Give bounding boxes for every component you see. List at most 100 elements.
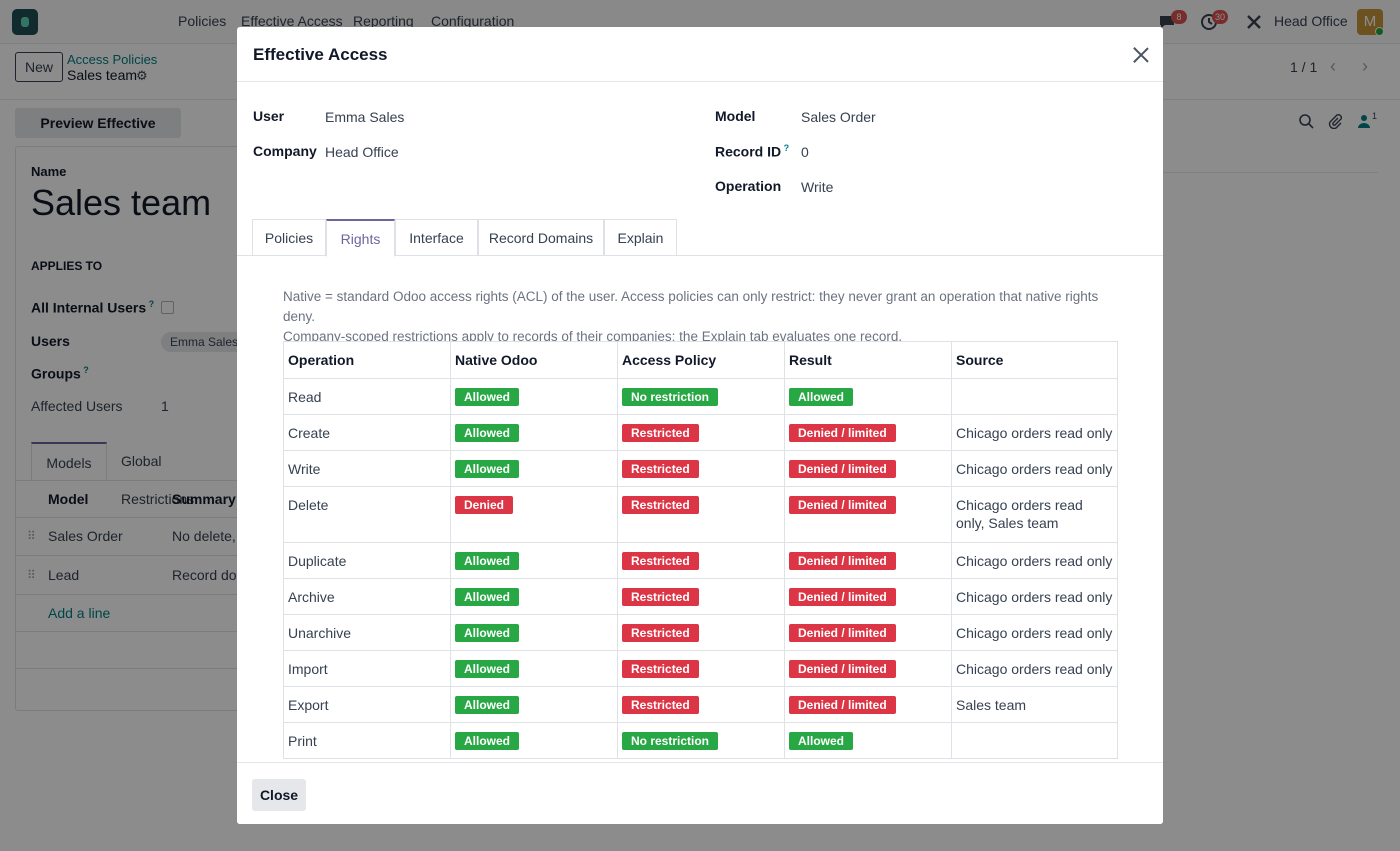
result-cell: Denied / limited [784, 486, 952, 543]
source-cell: Chicago orders read only [951, 414, 1118, 451]
native-cell: Allowed [450, 414, 618, 451]
result-cell: Denied / limited [784, 578, 952, 615]
source-cell: Chicago orders read only [951, 650, 1118, 687]
policy-cell: Restricted [617, 450, 785, 487]
policy-cell: No restriction [617, 378, 785, 415]
table-row: Write Allowed Restricted Denied / limited Ch… [283, 450, 1118, 487]
policy-status-badge: Restricted [622, 460, 699, 478]
policy-cell: Restricted [617, 578, 785, 615]
source-cell: Chicago orders read only [951, 578, 1118, 615]
model-value: Sales Order [801, 109, 876, 125]
dialog-title: Effective Access [253, 45, 388, 64]
column-result: Result [784, 341, 952, 379]
result-status-badge: Denied / limited [789, 660, 896, 678]
result-cell: Denied / limited [784, 450, 952, 487]
column-source: Source [951, 341, 1118, 379]
company-value: Head Office [325, 144, 399, 160]
record-id-value: 0 [801, 144, 809, 160]
tab-interface[interactable]: Interface [395, 219, 478, 256]
policy-cell: Restricted [617, 486, 785, 543]
policy-cell: Restricted [617, 650, 785, 687]
native-cell: Allowed [450, 542, 618, 579]
operation-cell: Duplicate [283, 542, 451, 579]
policy-cell: Restricted [617, 686, 785, 723]
policy-status-badge: Restricted [622, 496, 699, 514]
native-status-badge: Allowed [455, 624, 520, 642]
policy-cell: No restriction [617, 722, 785, 759]
result-status-badge: Denied / limited [789, 624, 896, 642]
record-id-label: Record ID ? [715, 143, 790, 160]
native-status-badge: Allowed [455, 588, 520, 606]
native-cell: Denied [450, 486, 618, 543]
policy-status-badge: Restricted [622, 696, 699, 714]
native-status-badge: Denied [455, 496, 514, 514]
native-cell: Allowed [450, 578, 618, 615]
tab-explain[interactable]: Explain [604, 219, 677, 256]
policy-status-badge: No restriction [622, 732, 719, 750]
result-cell: Denied / limited [784, 542, 952, 579]
rights-description: Native = standard Odoo access rights (AC… [283, 287, 1123, 347]
native-cell: Allowed [450, 450, 618, 487]
table-row: Import Allowed Restricted Denied / limited C… [283, 650, 1118, 687]
operation-cell: Archive [283, 578, 451, 615]
result-cell: Denied / limited [784, 650, 952, 687]
table-header-row: Operation Native Odoo Access Policy Resu… [283, 341, 1118, 379]
native-status-badge: Allowed [455, 388, 520, 406]
policy-cell: Restricted [617, 542, 785, 579]
result-cell: Denied / limited [784, 614, 952, 651]
native-status-badge: Allowed [455, 552, 520, 570]
operation-cell: Unarchive [283, 614, 451, 651]
operation-label: Operation [715, 178, 782, 194]
table-row: Unarchive Allowed Restricted Denied / limit… [283, 614, 1118, 651]
source-cell: Chicago orders read only, Sales team [951, 486, 1118, 543]
policy-cell: Restricted [617, 614, 785, 651]
operation-cell: Create [283, 414, 451, 451]
table-row: Export Allowed Restricted Denied / limited S… [283, 686, 1118, 723]
result-cell: Allowed [784, 378, 952, 415]
result-cell: Denied / limited [784, 686, 952, 723]
tab-rights[interactable]: Rights [326, 219, 395, 257]
column-operation: Operation [283, 341, 451, 379]
native-cell: Allowed [450, 722, 618, 759]
operation-value: Write [801, 179, 834, 195]
tab-policies[interactable]: Policies [252, 219, 326, 256]
close-button[interactable]: Close [252, 779, 306, 811]
effective-access-dialog: Effective Access User Emma Sales Company… [237, 27, 1163, 824]
source-cell: Chicago orders read only [951, 542, 1118, 579]
policy-status-badge: Restricted [622, 660, 699, 678]
result-cell: Denied / limited [784, 414, 952, 451]
operation-cell: Import [283, 650, 451, 687]
policy-status-badge: Restricted [622, 424, 699, 442]
result-cell: Allowed [784, 722, 952, 759]
tab-record-domains[interactable]: Record Domains [478, 219, 604, 256]
table-row: Create Allowed Restricted Denied / limited C… [283, 414, 1118, 451]
company-label: Company [253, 143, 317, 159]
source-cell: Sales team [951, 686, 1118, 723]
native-cell: Allowed [450, 614, 618, 651]
dialog-footer: Close [237, 762, 1163, 824]
source-cell: Chicago orders read only [951, 450, 1118, 487]
result-status-badge: Denied / limited [789, 424, 896, 442]
result-status-badge: Denied / limited [789, 696, 896, 714]
native-cell: Allowed [450, 686, 618, 723]
result-status-badge: Allowed [789, 732, 854, 750]
close-icon[interactable] [1130, 44, 1152, 66]
native-status-badge: Allowed [455, 696, 520, 714]
rights-table: Operation Native Odoo Access Policy Resu… [283, 341, 1118, 759]
source-cell: Chicago orders read only [951, 614, 1118, 651]
result-status-badge: Denied / limited [789, 588, 896, 606]
table-row: Print Allowed No restriction Allowed [283, 722, 1118, 759]
operation-cell: Read [283, 378, 451, 415]
user-value: Emma Sales [325, 109, 405, 125]
result-status-badge: Denied / limited [789, 496, 896, 514]
operation-cell: Delete [283, 486, 451, 543]
policy-status-badge: No restriction [622, 388, 719, 406]
native-status-badge: Allowed [455, 660, 520, 678]
native-status-badge: Allowed [455, 460, 520, 478]
column-native-odoo: Native Odoo [450, 341, 618, 379]
table-row: Duplicate Allowed Restricted Denied / limit… [283, 542, 1118, 579]
user-label: User [253, 108, 285, 124]
native-cell: Allowed [450, 650, 618, 687]
column-access-policy: Access Policy [617, 341, 785, 379]
table-row: Delete Denied Restricted Denied / limited Ch… [283, 486, 1118, 543]
